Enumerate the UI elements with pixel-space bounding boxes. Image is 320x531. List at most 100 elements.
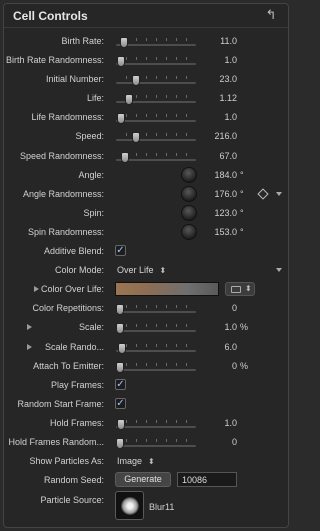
scale-randomness-label: Scale Rando... xyxy=(44,341,104,352)
parameter-menu-arrow-icon[interactable] xyxy=(276,191,282,196)
color-over-life-gradient[interactable] xyxy=(115,282,219,297)
random-start-frame-checkbox[interactable]: ✓ xyxy=(115,397,126,409)
slider-thumb[interactable] xyxy=(121,151,129,163)
slider-thumb[interactable] xyxy=(125,94,133,106)
slider-tick xyxy=(146,152,147,156)
life-randomness-slider[interactable] xyxy=(116,110,196,126)
color-mode-popup[interactable]: Over Life ⬍ xyxy=(117,265,166,275)
slider-tick xyxy=(136,152,137,156)
spin-dial[interactable] xyxy=(181,204,197,221)
scale-slider[interactable] xyxy=(116,320,196,336)
slider-thumb[interactable] xyxy=(117,418,125,430)
slider-tick xyxy=(166,305,167,309)
birth-rate-value[interactable]: 11.0 xyxy=(199,36,237,46)
slider-tick xyxy=(186,76,187,80)
initial-number-value[interactable]: 23.0 xyxy=(199,74,237,84)
slider-tick xyxy=(176,76,177,80)
row-hold-frames-randomness: Hold Frames Random... 0 xyxy=(4,433,288,452)
slider-tick xyxy=(146,114,147,118)
show-particles-as-popup[interactable]: Image ⬍ xyxy=(117,456,155,466)
slider-tick xyxy=(156,38,157,41)
hold-frames-randomness-label: Hold Frames Random... xyxy=(8,436,104,447)
initial-number-slider[interactable] xyxy=(116,72,196,88)
keyframe-diamond-icon[interactable] xyxy=(257,188,269,200)
random-seed-field[interactable]: 10086 xyxy=(177,472,237,488)
slider-tick xyxy=(156,362,157,366)
color-repetitions-slider[interactable] xyxy=(116,301,196,317)
particle-source-name: Blur11 xyxy=(149,502,175,513)
life-slider[interactable] xyxy=(116,91,196,107)
life-value[interactable]: 1.12 xyxy=(199,93,237,103)
slider-tick xyxy=(146,438,147,442)
hold-frames-randomness-slider[interactable] xyxy=(116,435,196,451)
slider-tick xyxy=(136,305,137,309)
disclosure-triangle-icon[interactable] xyxy=(27,343,32,350)
life-randomness-value[interactable]: 1.0 xyxy=(199,112,237,122)
hold-frames-value[interactable]: 1.0 xyxy=(199,418,237,428)
spin-randomness-dial[interactable] xyxy=(181,223,197,240)
attach-to-emitter-slider[interactable] xyxy=(116,359,196,375)
slider-tick xyxy=(156,419,157,423)
slider-tick xyxy=(156,57,157,61)
color-repetitions-value[interactable]: 0 xyxy=(199,303,237,313)
spin-randomness-value[interactable]: 153.0 xyxy=(199,227,237,237)
scale-randomness-slider[interactable] xyxy=(116,340,196,356)
slider-tick xyxy=(136,95,137,99)
slider-thumb[interactable] xyxy=(116,304,124,316)
slider-thumb[interactable] xyxy=(116,437,124,449)
disclosure-triangle-icon[interactable] xyxy=(34,286,39,293)
slider-thumb[interactable] xyxy=(132,75,140,87)
popup-arrows-icon: ⬍ xyxy=(148,457,155,467)
angle-randomness-dial[interactable] xyxy=(181,185,197,202)
row-initial-number: Initial Number: 23.0 xyxy=(4,70,288,89)
attach-to-emitter-value[interactable]: 0 xyxy=(199,361,237,371)
row-random-seed: Random Seed: Generate 10086 xyxy=(4,471,288,490)
disclosure-triangle-icon[interactable] xyxy=(27,324,32,331)
particle-source-well[interactable] xyxy=(115,491,144,521)
blur-thumbnail-image xyxy=(121,497,139,516)
slider-tick xyxy=(176,114,177,118)
slider-tick xyxy=(146,362,147,366)
slider-tick xyxy=(136,343,137,347)
hold-frames-slider[interactable] xyxy=(116,416,196,432)
slider-tick xyxy=(146,38,147,41)
birth-rate-randomness-slider[interactable] xyxy=(116,53,196,69)
slider-thumb[interactable] xyxy=(132,132,140,144)
gradient-preset-popup[interactable]: ⬍ xyxy=(225,282,255,297)
slider-thumb[interactable] xyxy=(116,361,124,373)
slider-thumb[interactable] xyxy=(118,342,126,354)
play-frames-checkbox[interactable]: ✓ xyxy=(115,378,126,390)
slider-tick xyxy=(146,95,147,99)
slider-thumb[interactable] xyxy=(117,56,125,68)
reset-arrow-icon[interactable]: ↰ xyxy=(264,8,278,22)
slider-tick xyxy=(146,419,147,423)
additive-blend-checkbox[interactable]: ✓ xyxy=(115,245,126,257)
parameter-menu-arrow-icon[interactable] xyxy=(276,268,282,273)
slider-thumb[interactable] xyxy=(117,113,125,125)
angle-randomness-value[interactable]: 176.0 xyxy=(199,189,237,199)
slider-thumb[interactable] xyxy=(116,323,124,335)
hold-frames-randomness-value[interactable]: 0 xyxy=(199,437,237,447)
speed-randomness-value[interactable]: 67.0 xyxy=(199,151,237,161)
spin-value[interactable]: 123.0 xyxy=(199,208,237,218)
scale-randomness-value[interactable]: 6.0 xyxy=(199,342,237,352)
angle-dial[interactable] xyxy=(181,166,197,183)
slider-tick xyxy=(176,362,177,366)
angle-value[interactable]: 184.0 xyxy=(199,170,237,180)
slider-tick xyxy=(156,343,157,347)
speed-randomness-slider[interactable] xyxy=(116,149,196,165)
birth-rate-randomness-value[interactable]: 1.0 xyxy=(199,55,237,65)
slider-tick xyxy=(136,419,137,423)
speed-value[interactable]: 216.0 xyxy=(199,131,237,141)
row-hold-frames: Hold Frames: 1.0 xyxy=(4,414,288,433)
angle-randomness-label: Angle Randomness: xyxy=(22,188,104,199)
slider-tick xyxy=(136,362,137,366)
slider-tick xyxy=(146,343,147,347)
speed-slider[interactable] xyxy=(116,129,196,145)
birth-rate-slider[interactable] xyxy=(116,34,196,50)
slider-tick xyxy=(166,343,167,347)
scale-value[interactable]: 1.0 xyxy=(199,322,237,332)
slider-thumb[interactable] xyxy=(120,37,128,48)
slider-tick xyxy=(186,152,187,156)
generate-button[interactable]: Generate xyxy=(115,472,171,488)
